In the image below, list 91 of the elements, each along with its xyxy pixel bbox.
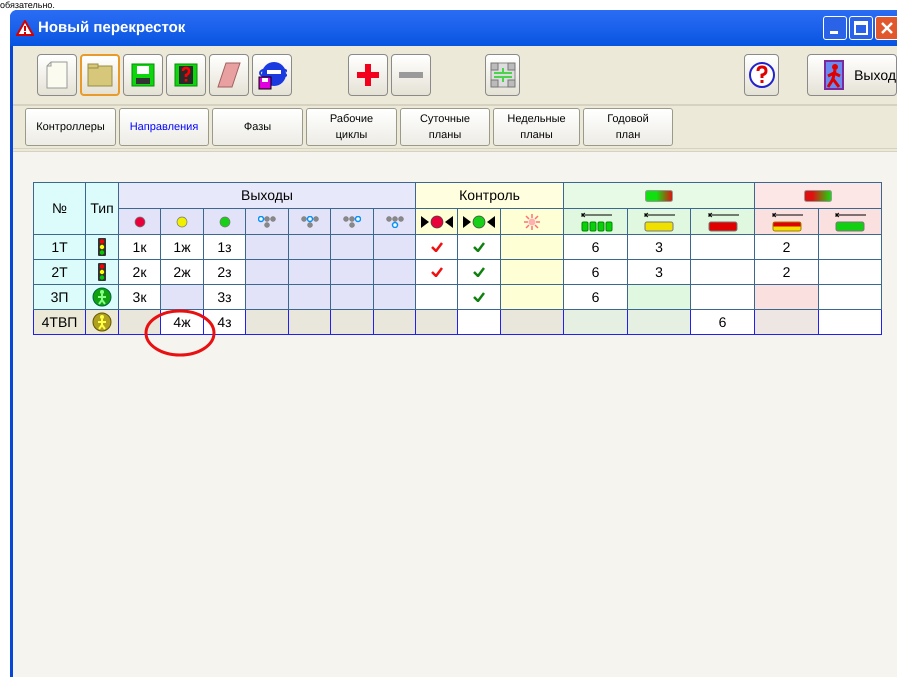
save-button[interactable] — [123, 54, 163, 96]
table-cell: 3 — [628, 260, 691, 284]
maximize-icon — [854, 21, 868, 35]
bar-icon — [706, 212, 740, 232]
table-row[interactable]: 4ТВП 4ж 4з 6 — [34, 310, 882, 334]
page-icon — [46, 61, 68, 89]
exit-door-icon — [824, 60, 844, 90]
segmented-bar-icon — [578, 212, 613, 232]
lamp-icon — [176, 216, 188, 228]
tab[interactable]: Контроллеры — [25, 108, 116, 146]
color-bar-icon — [804, 190, 832, 202]
save-as-button[interactable] — [166, 54, 206, 96]
column-header: Тип — [86, 182, 118, 234]
help-button[interactable] — [744, 54, 780, 96]
traffic-light-icon — [97, 237, 107, 257]
output-dots-icon — [258, 216, 276, 228]
traffic-light-icon — [97, 262, 107, 282]
table-cell: 2з — [204, 260, 246, 284]
table-cell: 6 — [564, 234, 628, 260]
output-dots-icon — [300, 216, 318, 228]
table-cell: 2 — [754, 234, 819, 260]
tab[interactable]: Направления — [119, 108, 209, 146]
table-cell: 1з — [204, 234, 246, 260]
table-cell: 1к — [118, 234, 160, 260]
table-cell: 6 — [564, 284, 628, 310]
intersection-icon — [490, 62, 516, 88]
lamp-icon — [218, 216, 230, 228]
bar-icon — [642, 212, 676, 232]
intersection-button[interactable] — [485, 54, 520, 96]
floppy-question-icon — [174, 63, 198, 87]
table-cell: 1Т — [34, 234, 86, 260]
close-button[interactable] — [875, 16, 897, 40]
bar-icon — [833, 212, 868, 232]
table-cell: 6 — [564, 260, 628, 284]
minimize-icon — [830, 31, 838, 34]
table-cell: 3з — [204, 284, 246, 310]
table-cell: 4ТВП — [34, 310, 86, 334]
check-icon — [473, 242, 486, 252]
maximize-button[interactable] — [849, 16, 873, 40]
lamp-control-icon — [420, 214, 454, 228]
table-cell: 3П — [34, 284, 86, 310]
floppy-icon — [131, 63, 155, 87]
tab[interactable]: Недельные планы — [493, 108, 580, 146]
table-cell: 2ж — [160, 260, 204, 284]
minimize-button[interactable] — [823, 16, 847, 40]
table-row[interactable]: 2Т 2к 2ж 2з 6 3 2 — [34, 260, 882, 284]
check-icon — [430, 242, 443, 252]
check-icon — [430, 267, 443, 277]
tab[interactable]: Годовой план — [583, 108, 673, 146]
column-group-header: Контроль — [416, 182, 564, 208]
column-header: № — [34, 182, 86, 234]
pedestrian-signal-icon — [92, 287, 112, 307]
new-file-button[interactable] — [37, 54, 77, 96]
table-cell: 2Т — [34, 260, 86, 284]
folder-icon — [87, 63, 113, 87]
exit-button[interactable]: Выход — [807, 54, 897, 96]
tab[interactable]: Рабочие циклы — [306, 108, 397, 146]
table-row[interactable]: 1Т 1к 1ж 1з 6 3 2 — [34, 234, 882, 260]
table-cell: 3 — [628, 234, 691, 260]
erase-button[interactable] — [209, 54, 249, 96]
window-title: Новый перекресток — [38, 18, 186, 38]
table-cell: 6 — [690, 310, 755, 334]
close-icon — [880, 22, 892, 34]
table-cell: 2 — [754, 260, 819, 284]
check-icon — [473, 292, 486, 302]
help-icon — [748, 61, 776, 89]
caption-text: обязательно. — [0, 0, 55, 10]
remove-button[interactable] — [391, 54, 431, 96]
lamp-control-icon — [462, 214, 496, 228]
lamp-icon — [134, 216, 146, 228]
check-icon — [473, 267, 486, 277]
minus-icon — [399, 72, 423, 78]
output-dots-icon — [386, 216, 404, 228]
column-group-header: Выходы — [118, 182, 416, 208]
tab[interactable]: Суточные планы — [400, 108, 490, 146]
tab[interactable]: Фазы — [212, 108, 303, 146]
eraser-icon — [217, 62, 241, 88]
table-cell: 3к — [118, 284, 160, 310]
color-bar-icon — [645, 190, 674, 202]
browser-button[interactable] — [252, 54, 292, 96]
bar-icon — [770, 212, 804, 232]
output-dots-icon — [343, 216, 361, 228]
add-button[interactable] — [348, 54, 388, 96]
table-cell: 1ж — [160, 234, 204, 260]
plus-icon — [356, 63, 380, 87]
globe-disk-icon — [257, 60, 287, 90]
table-cell: 2к — [118, 260, 160, 284]
warning-icon — [16, 20, 34, 36]
table-row[interactable]: 3П 3к 3з 6 — [34, 284, 882, 310]
burst-icon — [523, 212, 542, 230]
pedestrian-signal-icon — [92, 312, 112, 332]
